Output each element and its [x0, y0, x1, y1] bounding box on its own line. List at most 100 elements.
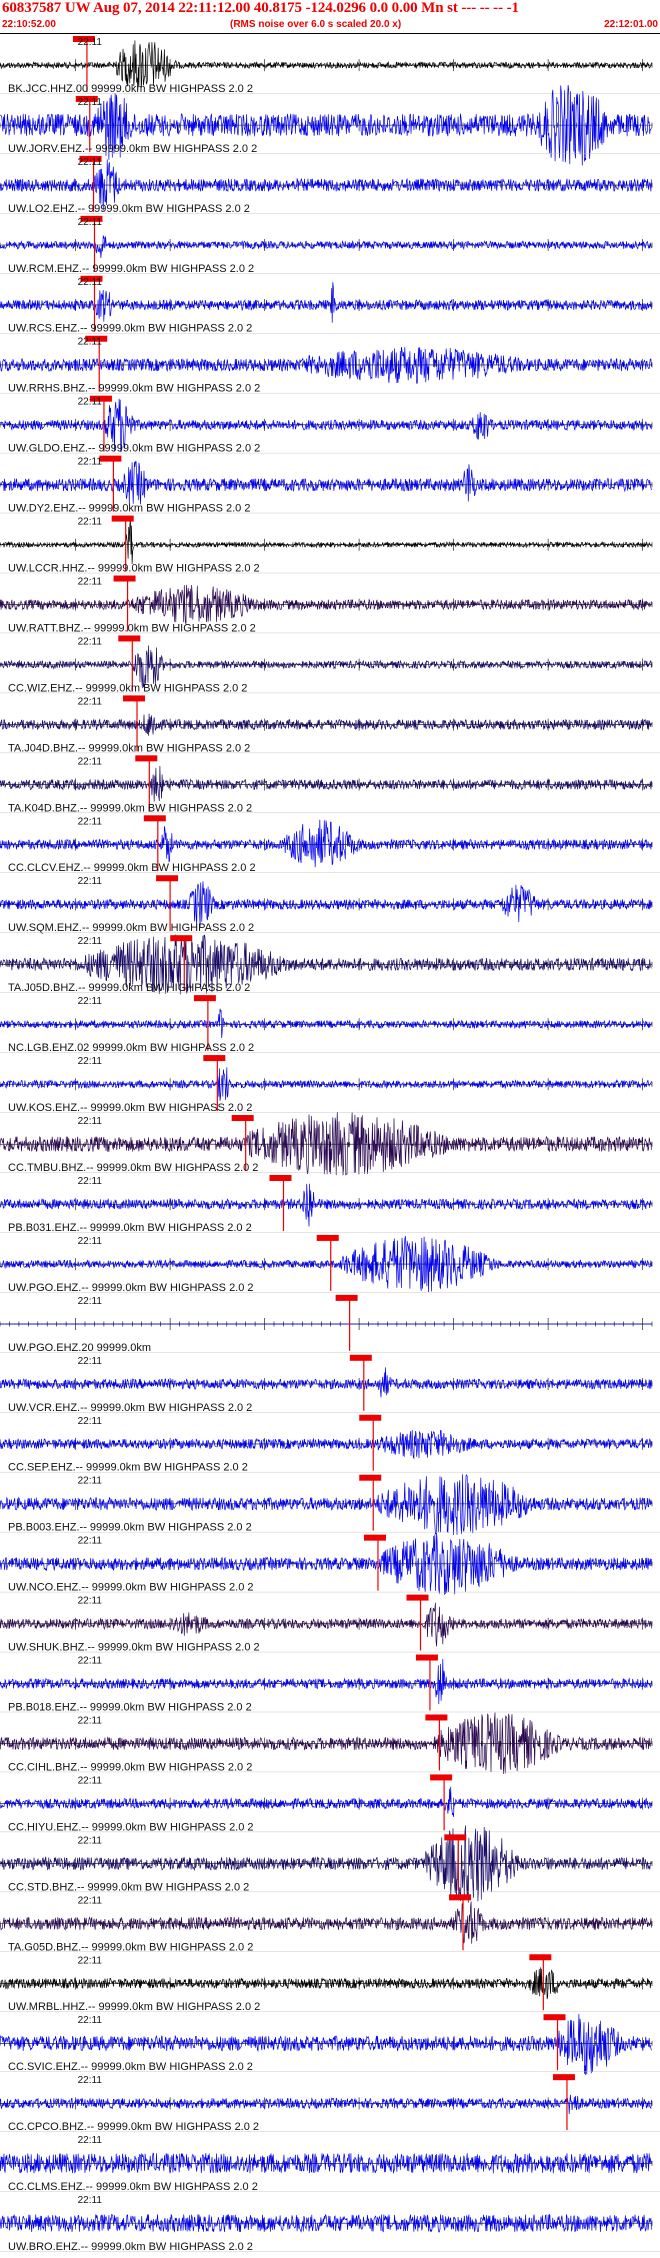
tick-label: 22:11 — [78, 37, 103, 48]
station-label: UW.RCM.EHZ.-- 99999.0km BW HIGHPASS 2.0 … — [8, 263, 254, 275]
tick-label: 22:11 — [78, 1176, 103, 1187]
station-label: UW.DY2.EHZ.-- 99999.0km BW HIGHPASS 2.0 … — [8, 503, 250, 515]
tick-label: 22:11 — [78, 1416, 103, 1427]
pick-flag — [269, 1174, 292, 1181]
waveform-trace — [0, 1183, 652, 1227]
station-label: UW.KOS.EHZ.-- 99999.0km BW HIGHPASS 2.0 … — [8, 1102, 252, 1114]
pick-flag — [543, 2014, 566, 2021]
tick-label: 22:11 — [78, 2015, 103, 2026]
station-label: NC.LGB.EHZ.02 99999.0km BW HIGHPASS 2.0 … — [8, 1042, 254, 1054]
trace-row: 22:11 UW.JORV.EHZ.-- 99999.0km BW HIGHPAS… — [0, 85, 660, 166]
seismogram-plot: 22:11 BK.JCC.HHZ.00 99999.0km BW HIGHPASS… — [0, 33, 660, 2253]
station-label: CC.SVIC.EHZ.-- 99999.0km BW HIGHPASS 2.0… — [8, 2061, 253, 2073]
trace-row: 22:11 UW.RATT.BHZ.-- 99999.0km BW HIGHPAS… — [0, 575, 660, 634]
trace-row: 22:11 PB.B031.EHZ.-- 99999.0km BW HIGHPAS… — [0, 1174, 660, 1234]
pick-flag — [552, 2074, 575, 2081]
pick-flag — [123, 695, 146, 702]
tick-label: 22:11 — [78, 97, 103, 108]
pick-flag — [359, 1474, 382, 1481]
trace-row: 22:11 CC.CLMS.EHZ.-- 99999.0km BW HIGHPAS… — [0, 2135, 660, 2193]
pick-flag — [335, 1294, 358, 1301]
tick-label: 22:11 — [78, 397, 103, 408]
tick-label: 22:11 — [78, 2135, 103, 2146]
pick-flag — [316, 1234, 339, 1241]
waveform-trace — [0, 1602, 652, 1647]
tick-label: 22:11 — [78, 2195, 103, 2206]
tick-label: 22:11 — [78, 1296, 103, 1307]
station-label: PB.B031.EHZ.-- 99999.0km BW HIGHPASS 2.0… — [8, 1222, 252, 1234]
pick-flag — [406, 1594, 429, 1601]
trace-row: 22:11 CC.TMBU.BHZ.-- 99999.0km BW HIGHPAS… — [0, 1112, 660, 1176]
tick-label: 22:11 — [78, 696, 103, 707]
trace-row: 22:11 UW.RCS.EHZ.-- 99999.0km BW HIGHPASS… — [0, 275, 660, 335]
tick-label: 22:11 — [78, 996, 103, 1007]
pick-flag — [425, 1714, 448, 1721]
pick-flag — [529, 1954, 552, 1961]
tick-label: 22:11 — [78, 1596, 103, 1607]
waveform-trace — [0, 235, 652, 259]
station-label: UW.JORV.EHZ.-- 99999.0km BW HIGHPASS 2.0… — [8, 143, 257, 155]
trace-row: 22:11 CC.SEP.EHZ.-- 99999.0km BW HIGHPASS… — [0, 1414, 660, 1474]
station-label: UW.SQM.EHZ.-- 99999.0km BW HIGHPASS 2.0 … — [8, 922, 254, 934]
station-label: UW.PGO.EHZ.20 99999.0km — [8, 1342, 151, 1354]
trace-row: 22:11 UW.LCCR.HHZ.-- 99999.0km BW HIGHPAS… — [0, 515, 660, 575]
trace-row: 22:11 UW.SHUK.BHZ.-- 99999.0km BW HIGHPAS… — [0, 1594, 660, 1654]
trace-row: 22:11 TA.J05D.BHZ.-- 99999.0km BW HIGHPAS… — [0, 934, 660, 995]
tick-label: 22:11 — [78, 1835, 103, 1846]
pick-flag — [363, 1534, 386, 1541]
trace-row: 22:11 CC.HIYU.EHZ.-- 99999.0km BW HIGHPAS… — [0, 1774, 660, 1833]
trace-row: 22:11 UW.DY2.EHZ.-- 99999.0km BW HIGHPASS… — [0, 455, 660, 515]
tick-label: 22:11 — [78, 2075, 103, 2086]
tick-label: 22:11 — [78, 636, 103, 647]
trace-row: 22:11 CC.WIZ.EHZ.-- 99999.0km BW HIGHPASS… — [0, 635, 660, 694]
pick-flag — [118, 635, 141, 642]
tick-label: 22:11 — [78, 876, 103, 887]
tick-label: 22:11 — [78, 756, 103, 767]
station-label: UW.MRBL.HHZ.-- 99999.0km BW HIGHPASS 2.0… — [8, 2001, 260, 2013]
trace-row: 22:11 CC.CLCV.EHZ.-- 99999.0km BW HIGHPAS… — [0, 815, 660, 874]
station-label: UW.LCCR.HHZ.-- 99999.0km BW HIGHPASS 2.0… — [8, 563, 260, 575]
pick-flag — [231, 1115, 254, 1122]
trace-row: 22:11 TA.J04D.BHZ.-- 99999.0km BW HIGHPAS… — [0, 695, 660, 754]
station-label: TA.J05D.BHZ.-- 99999.0km BW HIGHPASS 2.0… — [8, 982, 250, 994]
pick-flag — [156, 875, 179, 882]
station-label: CC.CLMS.EHZ.-- 99999.0km BW HIGHPASS 2.0… — [8, 2181, 258, 2193]
tick-label: 22:11 — [78, 1895, 103, 1906]
waveform-trace — [0, 2094, 652, 2115]
waveform-trace — [0, 461, 652, 505]
station-label: CC.HIYU.EHZ.-- 99999.0km BW HIGHPASS 2.0… — [8, 1821, 254, 1833]
waveform-trace — [0, 2152, 652, 2174]
waveform-trace — [0, 282, 652, 323]
waveform-trace — [0, 765, 652, 802]
station-label: UW.RATT.BHZ.-- 99999.0km BW HIGHPASS 2.0… — [8, 622, 256, 634]
station-label: CC.SEP.EHZ.-- 99999.0km BW HIGHPASS 2.0 … — [8, 1462, 248, 1474]
tick-label: 22:11 — [78, 457, 103, 468]
tick-label: 22:11 — [78, 157, 103, 168]
tick-label: 22:11 — [78, 217, 103, 228]
pick-flag — [99, 455, 122, 462]
pick-flag — [203, 1055, 226, 1062]
trace-row: 22:11 UW.RRHS.BHZ.-- 99999.0km BW HIGHPAS… — [0, 335, 660, 395]
trace-row: 22:11 UW.LO2.EHZ.-- 99999.0km BW HIGHPASS… — [0, 155, 660, 215]
station-label: TA.K04D.BHZ.-- 99999.0km BW HIGHPASS 2.0… — [8, 802, 252, 814]
trace-row: 22:11 UW.KOS.EHZ.-- 99999.0km BW HIGHPASS… — [0, 1055, 660, 1114]
tick-label: 22:11 — [78, 1775, 103, 1786]
pick-flag — [444, 1834, 467, 1841]
station-label: UW.SHUK.BHZ.-- 99999.0km BW HIGHPASS 2.0… — [8, 1642, 260, 1654]
station-label: CC.CIHL.BHZ.-- 99999.0km BW HIGHPASS 2.0… — [8, 1761, 252, 1773]
tick-label: 22:11 — [78, 1056, 103, 1067]
trace-row: 22:11 TA.G05D.BHZ.-- 99999.0km BW HIGHPAS… — [0, 1894, 660, 1953]
station-label: UW.PGO.EHZ.-- 99999.0km BW HIGHPASS 2.0 … — [8, 1282, 254, 1294]
tick-label: 22:11 — [78, 337, 103, 348]
station-label: UW.VCR.EHZ.-- 99999.0km BW HIGHPASS 2.0 … — [8, 1402, 252, 1414]
tick-label: 22:11 — [78, 1536, 103, 1547]
pick-flag — [170, 935, 193, 942]
trace-row: 22:11 UW.VCR.EHZ.-- 99999.0km BW HIGHPASS… — [0, 1354, 660, 1414]
trace-row: 22:11 UW.PGO.EHZ.20 99999.0km — [0, 1294, 660, 1354]
pick-flag — [415, 1654, 438, 1661]
pick-flag — [135, 755, 158, 762]
trace-row: 22:11 NC.LGB.EHZ.02 99999.0km BW HIGHPASS… — [0, 995, 660, 1054]
pick-flag — [449, 1894, 472, 1901]
trace-row: 22:11 UW.GLDO.EHZ.-- 99999.0km BW HIGHPAS… — [0, 395, 660, 455]
trace-row: 22:11 UW.NCO.EHZ.-- 99999.0km BW HIGHPASS… — [0, 1532, 660, 1595]
